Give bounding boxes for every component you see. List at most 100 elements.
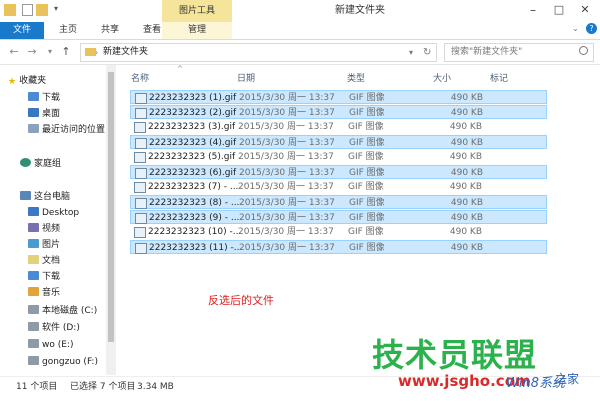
selection-size: 3.34 MB xyxy=(137,382,174,392)
file-name: 2223232323 (6).gif xyxy=(149,168,237,178)
search-icon[interactable] xyxy=(579,46,588,55)
gif-file-icon xyxy=(134,182,146,193)
maximize-button[interactable]: □ xyxy=(546,0,572,20)
nav-pc-desktop[interactable]: Desktop xyxy=(28,205,79,221)
nav-drive-f-label: gongzuo (F:) xyxy=(42,357,98,367)
search-input[interactable]: 搜索"新建文件夹" xyxy=(444,43,594,62)
file-name: 2223232323 (4).gif xyxy=(149,138,237,148)
file-row[interactable]: 2223232323 (9) - ... 2015/3/30 周一 13:37 GI… xyxy=(130,210,547,224)
file-row[interactable]: 2223232323 (5).gif 2015/3/30 周一 13:37 GIF … xyxy=(130,150,547,164)
nav-drive-c[interactable]: 本地磁盘 (C:) xyxy=(28,303,97,319)
file-size: 490 KB xyxy=(449,152,482,162)
file-type: GIF 图像 xyxy=(348,152,384,162)
nav-homegroup[interactable]: 家庭组 xyxy=(20,156,61,172)
help-icon[interactable]: ? xyxy=(586,23,597,34)
nav-videos[interactable]: 视频 xyxy=(28,221,60,237)
gif-file-icon xyxy=(135,108,147,119)
breadcrumb-chevron-icon[interactable]: › xyxy=(95,44,98,61)
file-date: 2015/3/30 周一 13:37 xyxy=(239,108,335,118)
gif-file-icon xyxy=(135,93,147,104)
file-size: 490 KB xyxy=(449,227,482,237)
nav-pc-downloads[interactable]: 下载 xyxy=(28,269,60,285)
quick-access-dropdown-icon[interactable]: ▾ xyxy=(54,4,58,13)
file-row[interactable]: 2223232323 (4).gif 2015/3/30 周一 13:37 GIF … xyxy=(130,135,547,149)
file-row[interactable]: 2223232323 (2).gif 2015/3/30 周一 13:37 GIF … xyxy=(130,105,547,119)
nav-favorites[interactable]: ★ 收藏夹 xyxy=(8,73,46,89)
file-name: 2223232323 (2).gif xyxy=(149,108,237,118)
minimize-button[interactable]: – xyxy=(520,0,546,20)
nav-downloads[interactable]: 下载 xyxy=(28,90,60,106)
nav-this-pc[interactable]: 这台电脑 xyxy=(20,189,70,205)
column-header-tags[interactable]: 标记 xyxy=(490,71,508,87)
tab-home[interactable]: 主页 xyxy=(48,22,88,39)
tab-share[interactable]: 共享 xyxy=(90,22,130,39)
star-icon: ★ xyxy=(8,77,17,87)
item-count: 11 个项目 xyxy=(16,382,58,392)
nav-drive-e[interactable]: wo (E:) xyxy=(28,337,73,353)
file-size: 490 KB xyxy=(450,108,483,118)
file-type: GIF 图像 xyxy=(349,138,385,148)
breadcrumb[interactable]: 新建文件夹 xyxy=(103,44,148,61)
back-arrow-icon[interactable]: ← xyxy=(6,44,22,60)
close-button[interactable]: ✕ xyxy=(572,0,598,20)
desktop-icon xyxy=(28,108,39,117)
file-date: 2015/3/30 周一 13:37 xyxy=(238,227,334,237)
address-bar[interactable]: › 新建文件夹 ▾ ↻ xyxy=(80,43,437,62)
file-row[interactable]: 2223232323 (1).gif 2015/3/30 周一 13:37 GIF … xyxy=(130,90,547,104)
download-folder-icon xyxy=(28,271,39,280)
file-name: 2223232323 (10) -... xyxy=(148,227,242,237)
column-header-date[interactable]: 日期 xyxy=(237,71,255,87)
file-row[interactable]: 2223232323 (10) -... 2015/3/30 周一 13:37 GI… xyxy=(130,225,547,239)
file-row[interactable]: 2223232323 (6).gif 2015/3/30 周一 13:37 GIF … xyxy=(130,165,547,179)
file-type: GIF 图像 xyxy=(349,168,385,178)
nav-scrollbar-thumb[interactable] xyxy=(108,72,114,342)
column-header-size[interactable]: 大小 xyxy=(433,71,451,87)
file-type: GIF 图像 xyxy=(349,108,385,118)
selection-count: 已选择 7 个项目 xyxy=(70,382,136,392)
properties-icon[interactable] xyxy=(22,4,33,16)
file-date: 2015/3/30 周一 13:37 xyxy=(238,122,334,132)
file-date: 2015/3/30 周一 13:37 xyxy=(238,182,334,192)
recent-dropdown-icon[interactable]: ▾ xyxy=(42,44,58,60)
new-folder-icon[interactable] xyxy=(36,4,48,16)
file-type: GIF 图像 xyxy=(348,182,384,192)
gif-file-icon xyxy=(135,213,147,224)
nav-homegroup-label: 家庭组 xyxy=(34,159,62,169)
up-arrow-icon[interactable]: ↑ xyxy=(58,44,74,60)
file-date: 2015/3/30 周一 13:37 xyxy=(239,213,335,223)
sort-indicator-icon: ^ xyxy=(177,65,183,73)
navigation-pane: ★ 收藏夹 下载 桌面 最近访问的位置 家庭组 这台电脑 Desktop 视频 图… xyxy=(0,65,112,375)
address-dropdown-icon[interactable]: ▾ xyxy=(409,44,413,61)
nav-recent[interactable]: 最近访问的位置 xyxy=(28,122,105,138)
file-name: 2223232323 (11) -... xyxy=(149,243,243,253)
nav-desktop[interactable]: 桌面 xyxy=(28,106,60,122)
nav-pictures[interactable]: 图片 xyxy=(28,237,60,253)
file-name: 2223232323 (7) - ... xyxy=(148,182,239,192)
ribbon-expand-icon[interactable]: ⌄ xyxy=(572,24,579,33)
tab-file[interactable]: 文件 xyxy=(0,22,44,39)
nav-documents[interactable]: 文档 xyxy=(28,253,60,269)
file-type: GIF 图像 xyxy=(348,227,384,237)
tab-manage[interactable]: 管理 xyxy=(162,22,232,39)
nav-drive-c-label: 本地磁盘 (C:) xyxy=(42,306,98,316)
file-row[interactable]: 2223232323 (7) - ... 2015/3/30 周一 13:37 GI… xyxy=(130,180,547,194)
gif-file-icon xyxy=(135,198,147,209)
nav-favorites-label: 收藏夹 xyxy=(19,76,47,86)
file-name: 2223232323 (5).gif xyxy=(148,152,236,162)
file-row[interactable]: 2223232323 (11) -... 2015/3/30 周一 13:37 GI… xyxy=(130,240,547,254)
column-header-name[interactable]: 名称 xyxy=(131,71,149,87)
column-header-type[interactable]: 类型 xyxy=(347,71,365,87)
file-row[interactable]: 2223232323 (3).gif 2015/3/30 周一 13:37 GIF … xyxy=(130,120,547,134)
nav-music[interactable]: 音乐 xyxy=(28,285,60,301)
watermark-brand: 技术员联盟 xyxy=(372,336,538,374)
gif-file-icon xyxy=(135,138,147,149)
nav-drive-d-label: 软件 (D:) xyxy=(42,323,80,333)
forward-arrow-icon[interactable]: → xyxy=(24,44,40,60)
nav-drive-f[interactable]: gongzuo (F:) xyxy=(28,354,98,370)
search-placeholder: 搜索"新建文件夹" xyxy=(451,47,523,57)
refresh-icon[interactable]: ↻ xyxy=(423,44,431,61)
file-row[interactable]: 2223232323 (8) - ... 2015/3/30 周一 13:37 GI… xyxy=(130,195,547,209)
drive-icon xyxy=(28,322,39,331)
nav-drive-d[interactable]: 软件 (D:) xyxy=(28,320,80,336)
documents-folder-icon xyxy=(28,255,39,264)
